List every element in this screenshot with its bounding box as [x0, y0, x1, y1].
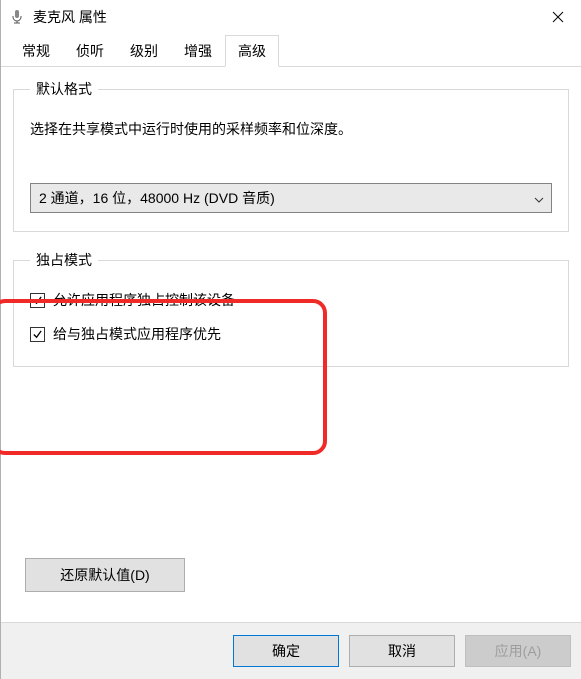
- exclusive-mode-group: 独占模式 允许应用程序独占控制该设备 给与独占模式应用程序优先: [13, 250, 569, 367]
- apply-button[interactable]: 应用(A): [465, 635, 571, 667]
- titlebar: 麦克风 属性: [1, 0, 581, 34]
- default-format-group: 默认格式 选择在共享模式中运行时使用的采样频率和位深度。 2 通道，16 位，4…: [13, 79, 569, 232]
- properties-dialog: 麦克风 属性 常规 侦听 级别 增强 高级 默认格式 选择在共享模式中运行时使用…: [0, 0, 581, 679]
- tab-enhancements[interactable]: 增强: [171, 35, 225, 67]
- allow-exclusive-control-label: 允许应用程序独占控制该设备: [53, 290, 235, 310]
- exclusive-priority-checkbox[interactable]: [30, 327, 45, 342]
- tab-advanced[interactable]: 高级: [225, 35, 279, 67]
- ok-button[interactable]: 确定: [233, 635, 339, 667]
- exclusive-priority-label: 给与独占模式应用程序优先: [53, 324, 221, 344]
- dialog-footer: 确定 取消 应用(A): [1, 622, 581, 679]
- close-button[interactable]: [535, 2, 581, 32]
- default-format-description: 选择在共享模式中运行时使用的采样频率和位深度。: [30, 119, 552, 139]
- restore-defaults-button[interactable]: 还原默认值(D): [25, 558, 185, 592]
- tab-levels[interactable]: 级别: [117, 35, 171, 67]
- close-icon: [552, 11, 564, 23]
- tab-general[interactable]: 常规: [9, 35, 63, 67]
- microphone-icon: [9, 9, 25, 25]
- checkmark-icon: [32, 329, 43, 340]
- exclusive-mode-legend: 独占模式: [30, 250, 98, 270]
- tab-body: 默认格式 选择在共享模式中运行时使用的采样频率和位深度。 2 通道，16 位，4…: [1, 67, 581, 622]
- default-format-legend: 默认格式: [30, 79, 98, 99]
- sample-rate-select[interactable]: 2 通道，16 位，48000 Hz (DVD 音质): [30, 183, 552, 213]
- window-title: 麦克风 属性: [33, 7, 535, 27]
- tabs-bar: 常规 侦听 级别 增强 高级: [1, 34, 581, 67]
- cancel-button[interactable]: 取消: [349, 635, 455, 667]
- tab-listen[interactable]: 侦听: [63, 35, 117, 67]
- checkmark-icon: [32, 295, 43, 306]
- allow-exclusive-control-checkbox[interactable]: [30, 293, 45, 308]
